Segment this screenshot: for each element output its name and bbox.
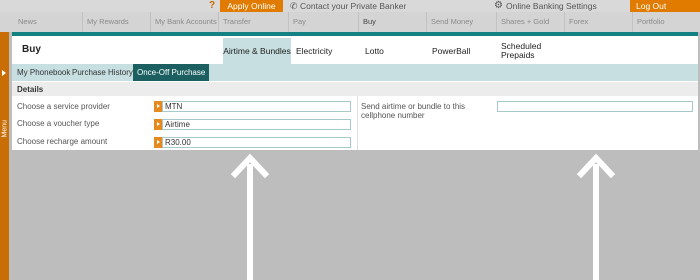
page-title: Buy: [22, 44, 41, 55]
subtab-purchase-history[interactable]: Purchase History: [72, 64, 133, 81]
nav-my-bank-accounts[interactable]: My Bank Accounts: [150, 12, 218, 32]
dropdown-arrow-icon[interactable]: [154, 119, 162, 130]
help-icon[interactable]: ?: [209, 0, 215, 11]
cellphone-input[interactable]: [497, 101, 693, 112]
nav-forex[interactable]: Forex: [564, 12, 632, 32]
apply-online-button[interactable]: Apply Online Now: [220, 0, 283, 23]
gear-icon: ⚙: [494, 0, 503, 11]
recharge-amount-label: Choose recharge amount: [17, 137, 108, 146]
tab-airtime-bundles[interactable]: Airtime & Bundles: [223, 38, 291, 64]
chevron-right-icon: [2, 70, 6, 76]
phone-icon: ✆: [290, 1, 298, 11]
tab-powerball[interactable]: PowerBall: [432, 38, 470, 64]
subtab-my-phonebook[interactable]: My Phonebook: [17, 64, 70, 81]
recharge-amount-value: R30.00: [165, 138, 191, 147]
nav-pay[interactable]: Pay: [288, 12, 358, 32]
nav-send-money[interactable]: Send Money: [426, 12, 496, 32]
side-menu-toggle[interactable]: Menu: [0, 32, 9, 280]
tab-lotto[interactable]: Lotto: [365, 38, 384, 64]
nav-my-rewards[interactable]: My Rewards: [82, 12, 150, 32]
up-arrow-icon: [230, 153, 270, 280]
nav-news[interactable]: News: [14, 12, 82, 32]
column-divider: [357, 96, 358, 150]
details-heading: Details: [17, 85, 44, 94]
dropdown-arrow-icon[interactable]: [154, 137, 162, 148]
service-provider-value: MTN: [165, 102, 183, 111]
nav-transfer[interactable]: Transfer: [218, 12, 288, 32]
nav-shares-gold[interactable]: Shares + Gold: [496, 12, 564, 32]
tab-electricity[interactable]: Electricity: [296, 38, 332, 64]
menu-label: Menu: [1, 119, 9, 138]
voucher-type-select[interactable]: [162, 119, 351, 130]
cellphone-label: Send airtime or bundle to this cellphone…: [361, 102, 466, 120]
service-provider-label: Choose a service provider: [17, 102, 110, 111]
contact-banker-link[interactable]: Contact your Private Banker: [300, 0, 406, 12]
nav-portfolio[interactable]: Portfolio: [632, 12, 700, 32]
logout-button[interactable]: Log Out: [630, 0, 700, 12]
details-header: [12, 82, 698, 96]
up-arrow-icon: [576, 153, 616, 280]
nav-buy[interactable]: Buy: [358, 12, 426, 32]
main-nav: News My Rewards My Bank Accounts Transfe…: [0, 12, 700, 32]
tab-scheduled-prepaids[interactable]: Scheduled Prepaids: [501, 38, 549, 64]
voucher-type-label: Choose a voucher type: [17, 119, 100, 128]
dropdown-arrow-icon[interactable]: [154, 101, 162, 112]
banking-settings-link[interactable]: Online Banking Settings: [506, 0, 597, 12]
service-provider-select[interactable]: [162, 101, 351, 112]
voucher-type-value: Airtime: [165, 120, 190, 129]
subtab-once-off-purchase[interactable]: Once-Off Purchase: [133, 64, 210, 81]
